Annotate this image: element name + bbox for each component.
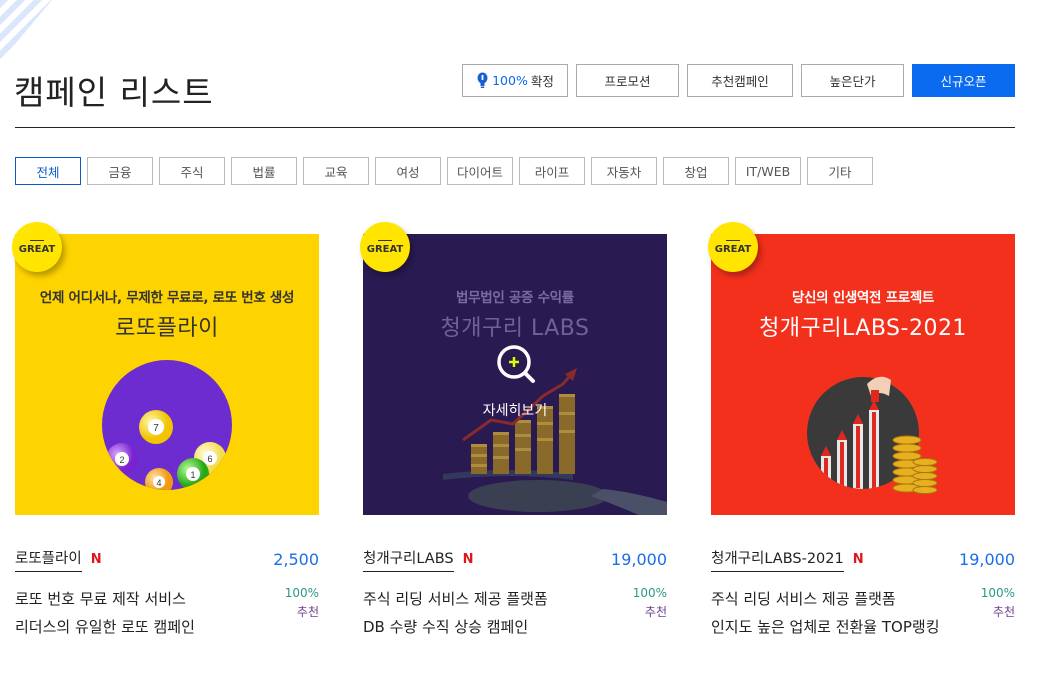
campaign-thumbnail[interactable]: 법무법인 공증 수익률 청개구리 LABS 자세히보기: [363, 234, 667, 515]
campaign-price: 19,000: [611, 549, 667, 569]
great-badge: GREAT: [360, 222, 410, 272]
campaign-description-line1: 주식 리딩 서비스 제공 플랫폼: [711, 590, 896, 608]
new-badge: N: [90, 551, 102, 567]
title-divider: [15, 127, 1015, 128]
svg-text:1: 1: [190, 470, 195, 480]
great-badge: GREAT: [708, 222, 758, 272]
campaign-name-link[interactable]: 로또플라이: [15, 547, 82, 572]
confirmed-label: 확정: [530, 74, 554, 89]
campaign-card[interactable]: GREAT 언제 어디서나, 무제한 무료로, 로또 번호 생성 로또플라이 7…: [12, 222, 319, 645]
confirm-rate: 100%: [284, 586, 319, 600]
campaign-name-link[interactable]: 청개구리LABS: [363, 547, 454, 572]
svg-text:7: 7: [153, 423, 159, 434]
recommend-label: 추천: [992, 605, 1015, 619]
campaign-description-line1: 로또 번호 무료 제작 서비스: [15, 590, 186, 608]
sort-filter-bar: 100% 확정 프로모션 추천캠페인 높은단가 신규오픈: [462, 64, 1015, 97]
page-title: 캠페인 리스트: [14, 73, 214, 112]
great-badge: GREAT: [12, 222, 62, 272]
new-badge: N: [852, 551, 864, 567]
category-it-web[interactable]: IT/WEB: [735, 157, 801, 185]
category-tabs: 전체 금융 주식 법률 교육 여성 다이어트 라이프 자동차 창업 IT/WEB…: [15, 157, 873, 185]
confirm-rate: 100%: [632, 586, 667, 600]
svg-text:2: 2: [119, 455, 124, 465]
campaign-description-line2: DB 수량 수직 상승 캠페인: [363, 618, 529, 636]
coin-chart-illustration: [443, 345, 667, 515]
campaign-thumbnail[interactable]: 언제 어디서나, 무제한 무료로, 로또 번호 생성 로또플라이 7 2 6 4…: [15, 234, 319, 515]
campaign-name-link[interactable]: 청개구리LABS-2021: [711, 547, 844, 572]
campaign-card[interactable]: GREAT 당신의 인생역전 프로젝트 청개구리LABS-2021 청개구리LA…: [708, 222, 1015, 645]
category-etc[interactable]: 기타: [807, 157, 873, 185]
confirmed-percent: 100%: [492, 73, 528, 88]
campaign-description-line2: 리더스의 유일한 로또 캠페인: [15, 618, 195, 636]
promotion-filter-button[interactable]: 프로모션: [576, 64, 679, 97]
category-women[interactable]: 여성: [375, 157, 441, 185]
category-stock[interactable]: 주식: [159, 157, 225, 185]
svg-text:6: 6: [207, 454, 212, 464]
confirm-rate: 100%: [980, 586, 1015, 600]
rising-bars-coins-illustration: [807, 376, 938, 494]
category-all[interactable]: 전체: [15, 157, 81, 185]
campaign-price: 2,500: [273, 549, 319, 569]
campaign-thumbnail[interactable]: 당신의 인생역전 프로젝트 청개구리LABS-2021: [711, 234, 1015, 515]
new-badge: N: [462, 551, 474, 567]
campaign-card[interactable]: GREAT 법무법인 공증 수익률 청개구리 LABS 자세히보기 청개구리LA…: [360, 222, 667, 645]
category-finance[interactable]: 금융: [87, 157, 153, 185]
recommend-label: 추천: [296, 605, 319, 619]
campaign-description-line1: 주식 리딩 서비스 제공 플랫폼: [363, 590, 548, 608]
category-car[interactable]: 자동차: [591, 157, 657, 185]
category-diet[interactable]: 다이어트: [447, 157, 513, 185]
confirmed-filter-button[interactable]: 100% 확정: [462, 64, 568, 97]
category-startup[interactable]: 창업: [663, 157, 729, 185]
category-life[interactable]: 라이프: [519, 157, 585, 185]
corner-decoration: [0, 0, 52, 62]
lightbulb-icon: [477, 72, 488, 88]
view-details-label[interactable]: 자세히보기: [363, 400, 667, 420]
new-open-button[interactable]: 신규오픈: [912, 64, 1015, 97]
campaign-description-line2: 인지도 높은 업체로 전환율 TOP랭킹: [711, 618, 940, 636]
lotto-balls-illustration: 7 2 6 4 1: [102, 360, 232, 490]
high-price-button[interactable]: 높은단가: [801, 64, 904, 97]
campaign-price: 19,000: [959, 549, 1015, 569]
recommended-campaign-button[interactable]: 추천캠페인: [687, 64, 793, 97]
svg-text:4: 4: [156, 478, 161, 488]
recommend-label: 추천: [644, 605, 667, 619]
category-education[interactable]: 교육: [303, 157, 369, 185]
category-law[interactable]: 법률: [231, 157, 297, 185]
